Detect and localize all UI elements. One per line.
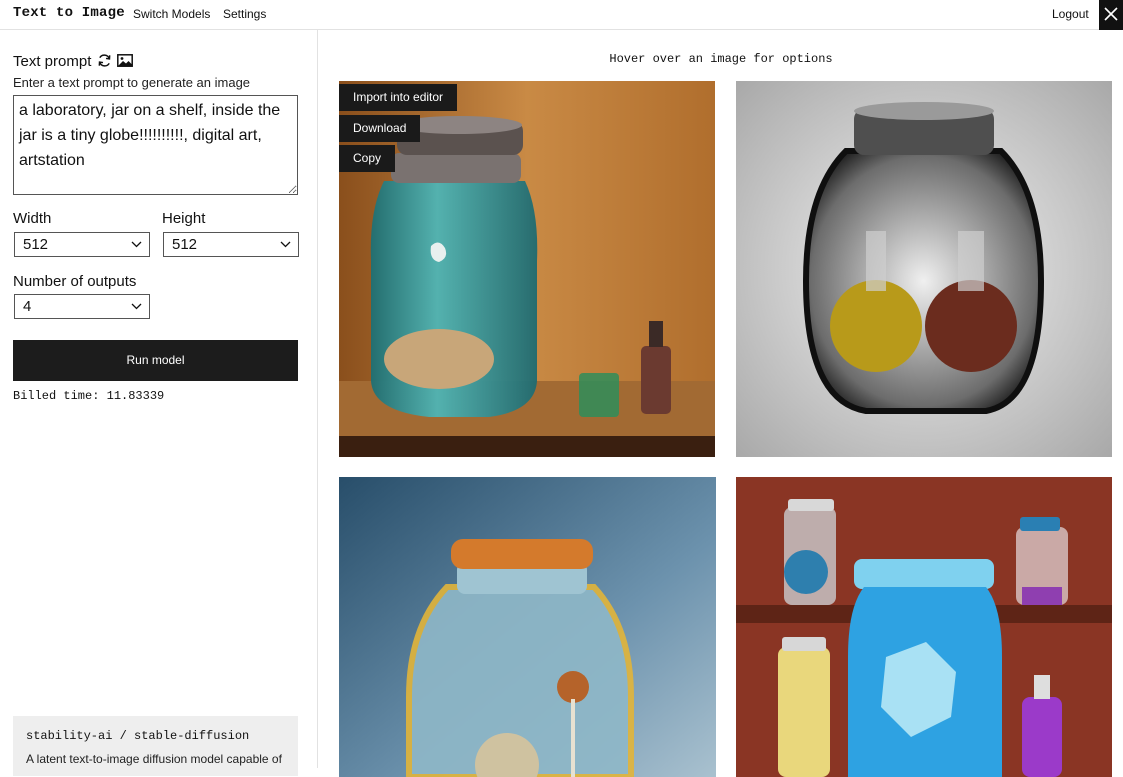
logout-link[interactable]: Logout [1052, 7, 1089, 21]
billed-time: Billed time: 11.83339 [13, 389, 164, 403]
generated-image [736, 477, 1112, 777]
billed-time-label: Billed time: [13, 389, 100, 403]
chevron-down-icon [131, 241, 142, 248]
width-label: Width [13, 210, 52, 227]
outputs-label: Number of outputs [13, 273, 137, 290]
model-name: stability-ai / stable-diffusion [26, 729, 250, 743]
switch-models-link[interactable]: Switch Models [133, 7, 210, 21]
copy-button[interactable]: Copy [339, 145, 396, 172]
chevron-down-icon [280, 241, 291, 248]
settings-link[interactable]: Settings [223, 7, 266, 21]
billed-time-value: 11.83339 [106, 389, 165, 403]
prompt-help-text: Enter a text prompt to generate an image [13, 75, 251, 90]
settings-panel: Text prompt Enter a text prompt to gener… [0, 30, 318, 776]
output-image-3[interactable] [339, 477, 716, 777]
run-model-button[interactable]: Run model [13, 340, 298, 381]
outputs-select[interactable]: 4 [14, 294, 150, 319]
close-icon [1104, 7, 1118, 21]
import-into-editor-button[interactable]: Import into editor [339, 84, 458, 111]
image-icon[interactable] [117, 53, 133, 68]
output-image-4[interactable] [736, 477, 1112, 777]
results-panel: Hover over an image for options Import i… [319, 30, 1123, 777]
prompt-heading: Text prompt [13, 53, 92, 70]
hover-hint: Hover over an image for options [609, 52, 833, 66]
generated-image [339, 477, 716, 777]
chevron-down-icon [131, 303, 142, 310]
width-select[interactable]: 512 [14, 232, 150, 257]
model-description: A latent text-to-image diffusion model c… [26, 752, 282, 766]
height-label: Height [162, 210, 206, 227]
prompt-textarea[interactable] [13, 95, 298, 195]
refresh-icon[interactable] [97, 53, 112, 68]
width-value: 512 [23, 236, 49, 253]
top-bar: Text to Image Switch Models Settings Log… [0, 0, 1123, 30]
output-image-1[interactable]: Import into editor Download Copy [339, 81, 715, 457]
app-title: Text to Image [13, 5, 125, 21]
download-button[interactable]: Download [339, 115, 421, 142]
model-info-card: stability-ai / stable-diffusion A latent… [13, 716, 298, 776]
height-select[interactable]: 512 [163, 232, 299, 257]
generated-image [736, 81, 1112, 457]
output-image-2[interactable] [736, 81, 1112, 457]
outputs-value: 4 [23, 298, 32, 315]
height-value: 512 [172, 236, 198, 253]
close-button[interactable] [1099, 0, 1123, 30]
